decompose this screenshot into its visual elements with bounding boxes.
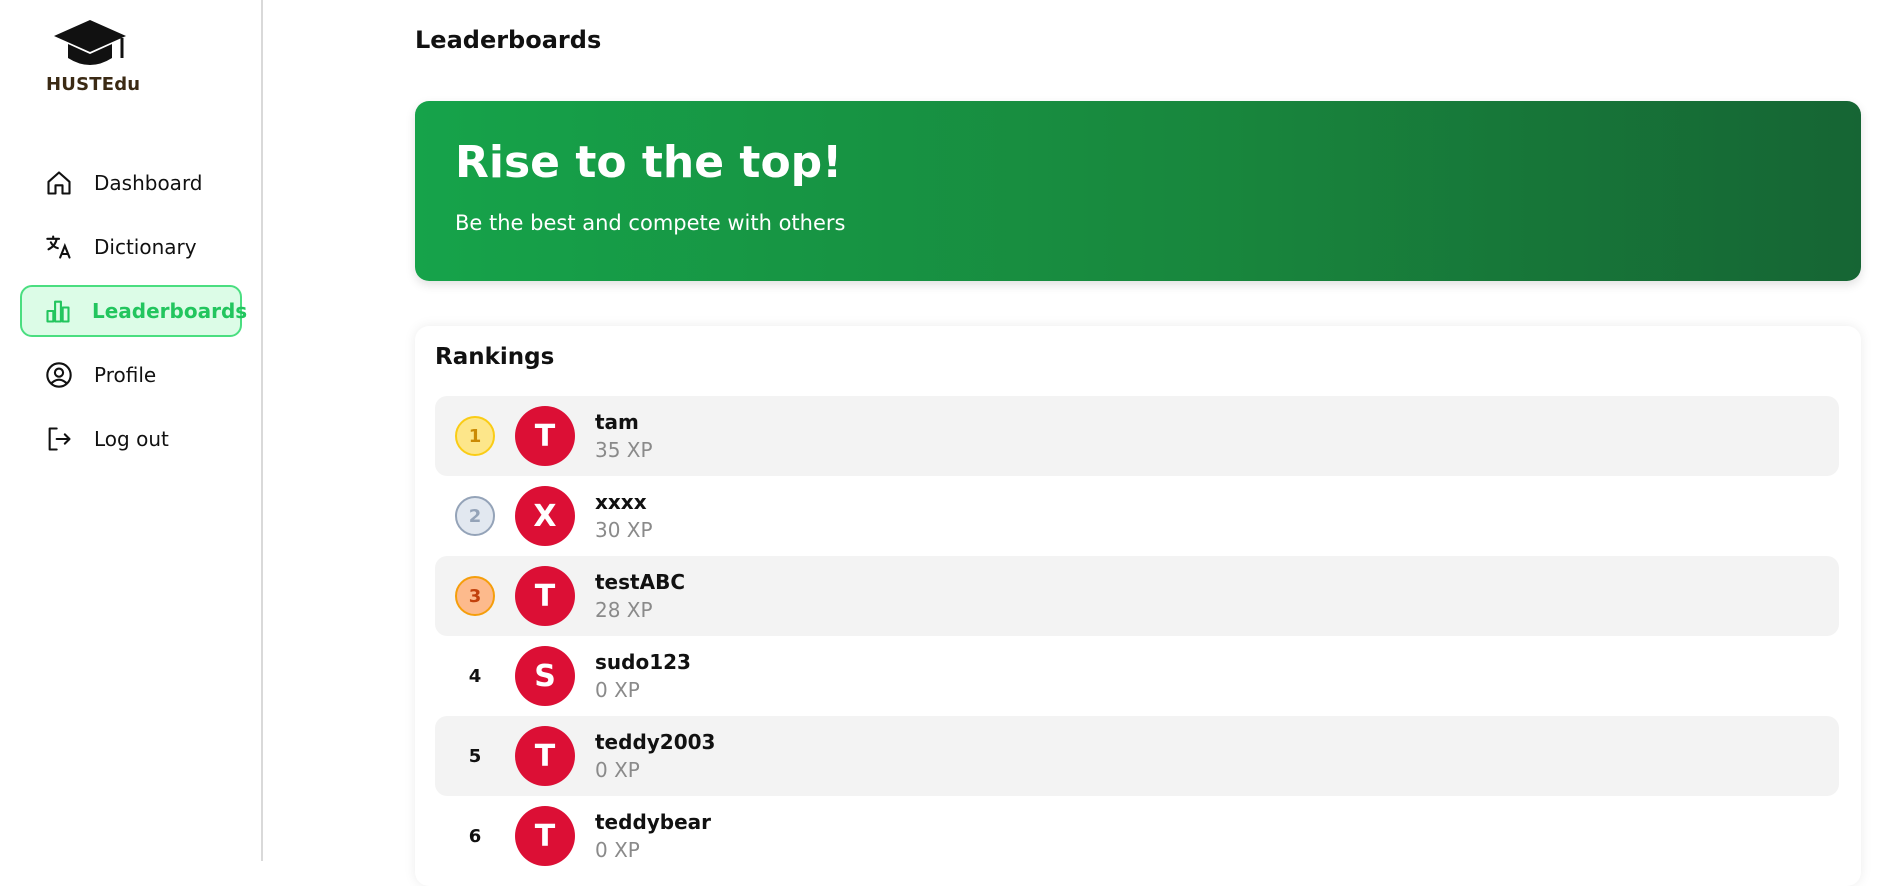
logout-icon bbox=[44, 424, 74, 454]
ranking-row[interactable]: 6 T teddybear 0 XP bbox=[435, 796, 1839, 876]
username: teddy2003 bbox=[595, 730, 716, 754]
rank-badge-silver: 2 bbox=[455, 496, 495, 536]
username: tam bbox=[595, 410, 639, 434]
sidebar-item-leaderboards[interactable]: Leaderboards bbox=[20, 285, 247, 337]
translate-icon bbox=[44, 232, 74, 262]
sidebar-item-label: Dictionary bbox=[94, 235, 197, 259]
xp-value: 28 XP bbox=[595, 598, 653, 622]
xp-value: 30 XP bbox=[595, 518, 653, 542]
avatar: T bbox=[515, 726, 575, 786]
bar-chart-icon bbox=[44, 296, 72, 326]
sidebar-item-label: Leaderboards bbox=[92, 299, 248, 323]
xp-value: 0 XP bbox=[595, 758, 640, 782]
hero-title: Rise to the top! bbox=[455, 137, 843, 188]
sidebar-item-label: Log out bbox=[94, 427, 169, 451]
ranking-row[interactable]: 2 X xxxx 30 XP bbox=[435, 476, 1839, 556]
sidebar-item-label: Dashboard bbox=[94, 171, 203, 195]
rank-badge-gold: 1 bbox=[455, 416, 495, 456]
avatar: T bbox=[515, 806, 575, 866]
home-icon bbox=[44, 168, 74, 198]
sidebar: HUSTEdu Dashboard Dictionary Leaderboard… bbox=[0, 0, 263, 861]
avatar: X bbox=[515, 486, 575, 546]
hero-subtitle: Be the best and compete with others bbox=[455, 211, 846, 235]
ranking-row[interactable]: 1 T tam 35 XP bbox=[435, 396, 1839, 476]
username: testABC bbox=[595, 570, 685, 594]
username: xxxx bbox=[595, 490, 647, 514]
avatar: S bbox=[515, 646, 575, 706]
username: teddybear bbox=[595, 810, 712, 834]
avatar: T bbox=[515, 566, 575, 626]
page-title: Leaderboards bbox=[415, 26, 602, 54]
app-logo[interactable]: HUSTEdu bbox=[46, 18, 141, 95]
hero-banner: Rise to the top! Be the best and compete… bbox=[415, 101, 1861, 281]
rank-number: 6 bbox=[468, 825, 482, 847]
xp-value: 0 XP bbox=[595, 838, 640, 862]
graduation-cap-icon bbox=[54, 20, 126, 65]
rankings-title: Rankings bbox=[435, 344, 555, 370]
logo-text: HUSTEdu bbox=[46, 74, 141, 95]
rank-badge-bronze: 3 bbox=[455, 576, 495, 616]
ranking-row[interactable]: 4 S sudo123 0 XP bbox=[435, 636, 1839, 716]
user-circle-icon bbox=[44, 360, 74, 390]
sidebar-item-label: Profile bbox=[94, 363, 157, 387]
rank-number: 4 bbox=[468, 665, 482, 687]
ranking-row[interactable]: 3 T testABC 28 XP bbox=[435, 556, 1839, 636]
xp-value: 0 XP bbox=[595, 678, 640, 702]
sidebar-item-profile[interactable]: Profile bbox=[20, 349, 242, 401]
username: sudo123 bbox=[595, 650, 691, 674]
main-content: Leaderboards Rise to the top! Be the bes… bbox=[263, 0, 1877, 886]
ranking-row[interactable]: 5 T teddy2003 0 XP bbox=[435, 716, 1839, 796]
sidebar-item-logout[interactable]: Log out bbox=[20, 413, 242, 465]
avatar: T bbox=[515, 406, 575, 466]
rankings-card: Rankings 1 T tam 35 XP 2 X xxxx 30 XP 3 … bbox=[415, 326, 1861, 886]
sidebar-item-dictionary[interactable]: Dictionary bbox=[20, 221, 242, 273]
rank-number: 5 bbox=[468, 745, 482, 767]
xp-value: 35 XP bbox=[595, 438, 653, 462]
sidebar-item-dashboard[interactable]: Dashboard bbox=[20, 157, 242, 209]
